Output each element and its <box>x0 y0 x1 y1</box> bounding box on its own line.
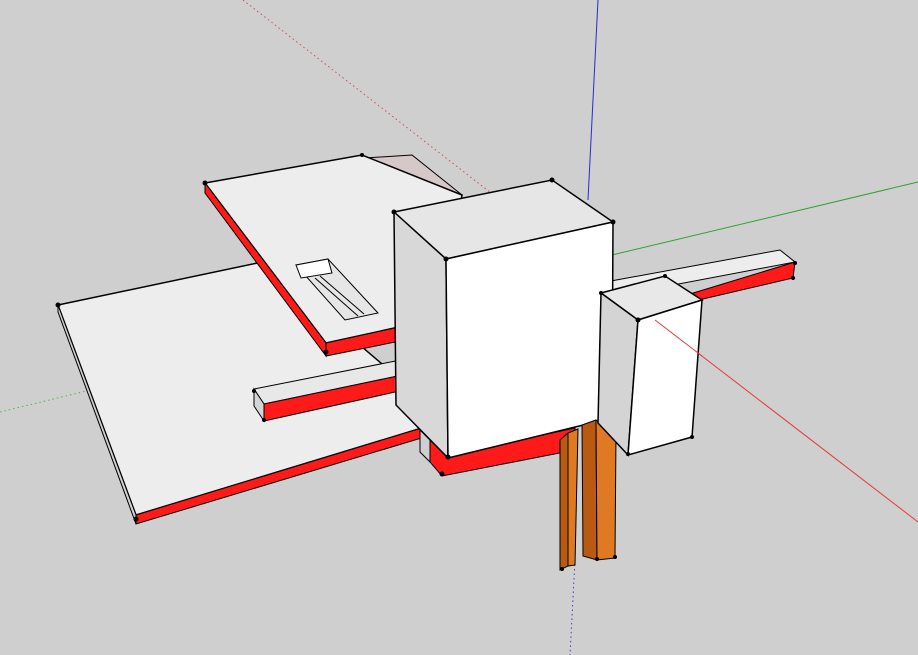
blue-axis-dotted <box>569 559 576 655</box>
model-viewport[interactable] <box>0 0 918 655</box>
scene-canvas[interactable] <box>0 0 918 655</box>
right-wood-post <box>581 419 617 561</box>
small-box <box>597 274 704 457</box>
main-box <box>391 177 616 460</box>
green-axis-solid <box>611 181 918 256</box>
blue-axis-solid <box>587 0 599 201</box>
left-wood-post <box>559 428 579 571</box>
